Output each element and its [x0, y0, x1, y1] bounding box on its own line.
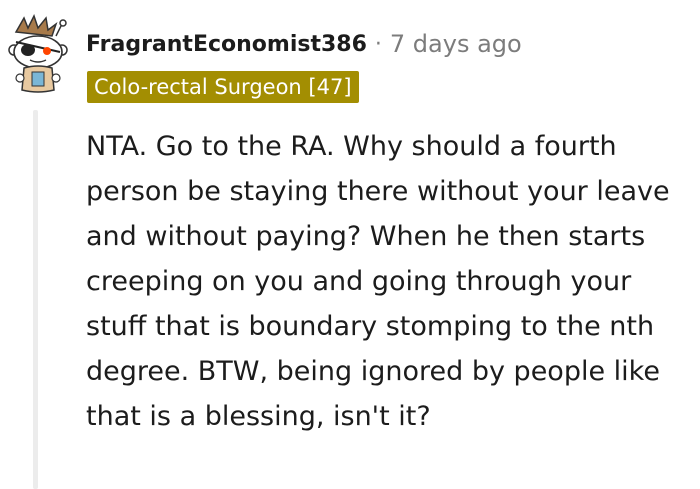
username-link[interactable]: FragrantEconomist386	[86, 32, 367, 57]
comment-body: NTA. Go to the RA. Why should a fourth p…	[86, 131, 670, 432]
snoo-avatar-icon[interactable]	[6, 14, 70, 94]
meta-separator: ·	[374, 31, 382, 57]
thread-collapse-line[interactable]	[33, 110, 38, 489]
comment-meta: FragrantEconomist386 · 7 days ago	[86, 28, 522, 60]
user-flair-badge: Colo-rectal Surgeon [47]	[87, 71, 359, 103]
comment: FragrantEconomist386 · 7 days ago Colo-r…	[0, 0, 700, 489]
timestamp[interactable]: 7 days ago	[390, 30, 522, 58]
